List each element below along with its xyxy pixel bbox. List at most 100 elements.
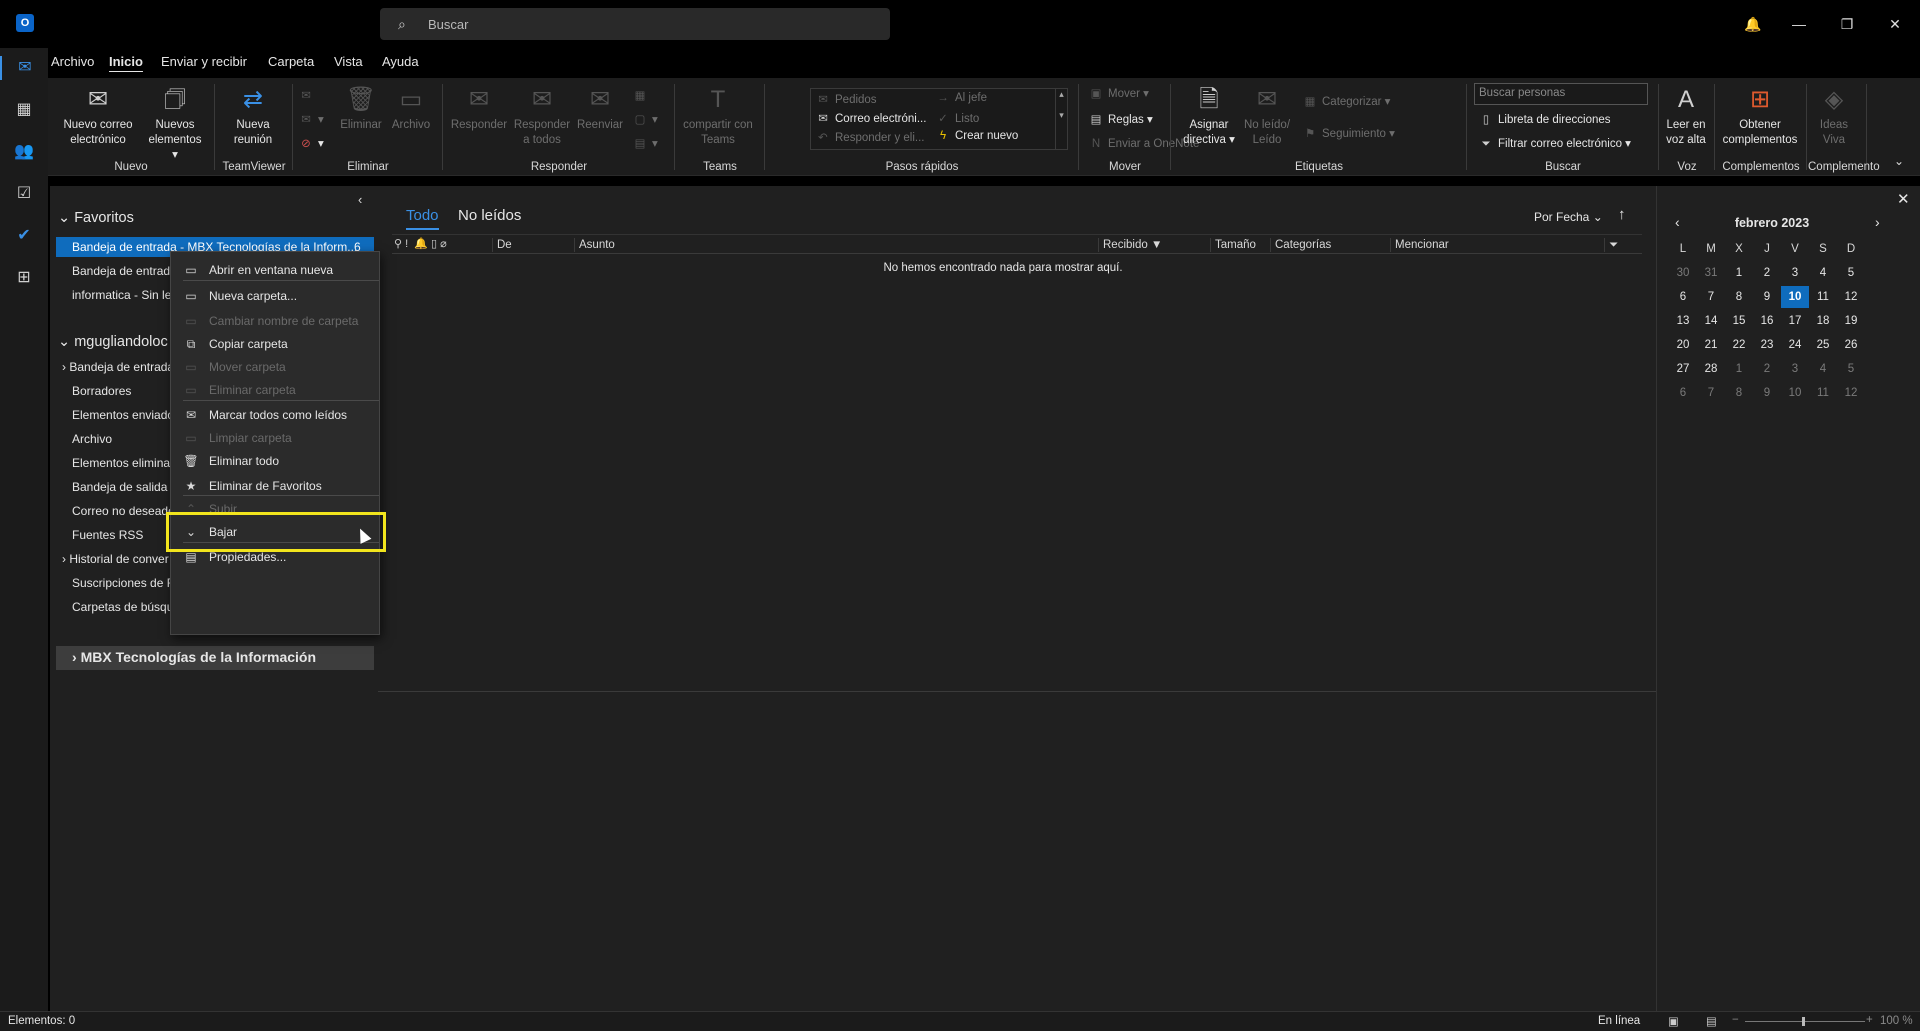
calendar-day[interactable]: 3 bbox=[1781, 358, 1809, 380]
fav-folder-item[interactable]: Bandeja de entrada bbox=[72, 264, 177, 278]
zoom-slider-thumb[interactable] bbox=[1802, 1017, 1805, 1026]
viva-insights-button[interactable]: ◈ Ideas Viva bbox=[1810, 86, 1858, 148]
new-meeting-button[interactable]: ⇄ Nueva reunión bbox=[218, 86, 288, 148]
calendar-day[interactable]: 15 bbox=[1725, 310, 1753, 332]
im-reply-icon[interactable]: ▢ ▾ bbox=[632, 112, 658, 126]
calendar-day[interactable]: 2 bbox=[1753, 262, 1781, 284]
folder-item[interactable]: › Historial de conver bbox=[62, 552, 169, 566]
tab-no-leidos[interactable]: No leídos bbox=[458, 207, 521, 224]
quickstep-listo[interactable]: ✓ Listo bbox=[935, 111, 979, 125]
calendar-day[interactable]: 8 bbox=[1725, 382, 1753, 404]
zoom-in-icon[interactable]: + bbox=[1866, 1014, 1873, 1026]
calendar-day[interactable]: 30 bbox=[1669, 262, 1697, 284]
reply-button[interactable]: ✉ Responder bbox=[446, 86, 512, 133]
filter-email-button[interactable]: ⏷ Filtrar correo electrónico ▾ bbox=[1478, 136, 1631, 151]
delete-button[interactable]: 🗑 Eliminar bbox=[338, 86, 384, 133]
folder-item[interactable]: Correo no deseado bbox=[72, 504, 175, 518]
calendar-day[interactable]: 7 bbox=[1697, 286, 1725, 308]
tab-enviar-recibir[interactable]: Enviar y recibir bbox=[161, 54, 247, 69]
new-email-button[interactable]: ✉ Nuevo correo electrónico bbox=[56, 86, 140, 148]
get-addins-button[interactable]: ⊞ Obtener complementos bbox=[1718, 86, 1802, 148]
calendar-day[interactable]: 21 bbox=[1697, 334, 1725, 356]
calendar-day[interactable]: 8 bbox=[1725, 286, 1753, 308]
calendar-day[interactable]: 9 bbox=[1753, 286, 1781, 308]
col-mencionar[interactable]: Mencionar bbox=[1390, 238, 1610, 252]
rules-button[interactable]: ▤ Reglas ▾ bbox=[1088, 112, 1153, 126]
folder-item[interactable]: Elementos enviado bbox=[72, 408, 174, 422]
quickstep-crear[interactable]: ϟ Crear nuevo bbox=[935, 130, 1018, 142]
quickstep-correo[interactable]: ✉ Correo electróni... bbox=[815, 111, 926, 125]
calendar-day[interactable]: 6 bbox=[1669, 382, 1697, 404]
search-box[interactable]: ⌕ Buscar bbox=[380, 8, 890, 40]
column-icons[interactable]: ⚲ ! 🔔 ▯ ⌀ bbox=[394, 237, 447, 250]
calendar-day[interactable]: 5 bbox=[1837, 358, 1865, 380]
reply-all-button[interactable]: ✉ Responder a todos bbox=[510, 86, 574, 148]
clean-up-icon[interactable]: ✉ ▾ bbox=[298, 112, 324, 126]
new-items-button[interactable]: 🗇 Nuevos elementos ▾ bbox=[144, 86, 206, 163]
meeting-reply-icon[interactable]: ▦ bbox=[632, 88, 652, 102]
context-menu-item[interactable]: ▭ Mover carpeta bbox=[171, 355, 379, 379]
calendar-day[interactable]: 2 bbox=[1753, 358, 1781, 380]
calendar-day[interactable]: 23 bbox=[1753, 334, 1781, 356]
restore-button[interactable]: ❐ bbox=[1835, 12, 1859, 36]
calendar-day[interactable]: 25 bbox=[1809, 334, 1837, 356]
share-teams-button[interactable]: Tcompartir con Teams bbox=[678, 86, 758, 148]
favorites-header[interactable]: ⌄ Favoritos bbox=[58, 210, 134, 226]
people-search-input[interactable]: Buscar personas bbox=[1474, 83, 1648, 105]
tab-ayuda[interactable]: Ayuda bbox=[382, 54, 419, 69]
tasks-icon[interactable]: ☑ bbox=[12, 182, 36, 206]
folder-item[interactable]: Borradores bbox=[72, 384, 131, 398]
move-button[interactable]: ▣ Mover ▾ bbox=[1088, 86, 1149, 100]
close-icon[interactable]: ✕ bbox=[1897, 190, 1910, 208]
col-tamano[interactable]: Tamaño bbox=[1210, 238, 1270, 252]
calendar-day[interactable]: 11 bbox=[1809, 286, 1837, 308]
account-header[interactable]: ⌄ mgugliandoloc bbox=[58, 334, 168, 350]
calendar-day[interactable]: 4 bbox=[1809, 262, 1837, 284]
calendar-day[interactable]: 22 bbox=[1725, 334, 1753, 356]
calendar-day[interactable]: 19 bbox=[1837, 310, 1865, 332]
calendar-day[interactable]: 27 bbox=[1669, 358, 1697, 380]
fav-folder-item[interactable]: informatica - Sin le bbox=[72, 288, 171, 302]
folder-item[interactable]: Bandeja de salida bbox=[72, 480, 167, 494]
col-recibido[interactable]: Recibido ▼ bbox=[1098, 238, 1218, 252]
quickstep-responder[interactable]: ↶ Responder y eli... bbox=[815, 130, 924, 144]
tab-todo[interactable]: Todo bbox=[406, 207, 439, 230]
context-menu-item[interactable]: ▭ Cambiar nombre de carpeta bbox=[171, 309, 379, 333]
tab-archivo[interactable]: Archivo bbox=[51, 54, 94, 69]
quickstep-scroll[interactable]: ▴ ▾ bbox=[1055, 89, 1067, 149]
calendar-day[interactable]: 28 bbox=[1697, 358, 1725, 380]
context-menu-item[interactable]: ▭ Limpiar carpeta bbox=[171, 426, 379, 450]
zoom-out-icon[interactable]: − bbox=[1732, 1014, 1739, 1026]
calendar-day[interactable]: 17 bbox=[1781, 310, 1809, 332]
forward-button[interactable]: ✉ Reenviar bbox=[572, 86, 628, 133]
col-asunto[interactable]: Asunto bbox=[574, 238, 964, 252]
calendar-day[interactable]: 6 bbox=[1669, 286, 1697, 308]
calendar-icon[interactable]: ▦ bbox=[12, 98, 36, 122]
categorize-button[interactable]: ▦ Categorizar ▾ bbox=[1302, 94, 1391, 108]
more-reply-icon[interactable]: ▤ ▾ bbox=[632, 136, 658, 150]
col-categorias[interactable]: Categorías bbox=[1270, 238, 1390, 252]
calendar-day[interactable]: 5 bbox=[1837, 262, 1865, 284]
calendar-day[interactable]: 18 bbox=[1809, 310, 1837, 332]
calendar-day[interactable]: 12 bbox=[1837, 286, 1865, 308]
assign-policy-button[interactable]: 🗎 Asignar directiva ▾ bbox=[1174, 86, 1244, 148]
calendar-day[interactable]: 10 bbox=[1781, 286, 1809, 308]
close-button[interactable]: ✕ bbox=[1883, 12, 1907, 36]
search-input[interactable]: Buscar bbox=[428, 17, 468, 32]
mail-icon[interactable]: ✉ bbox=[0, 56, 48, 80]
calendar-day[interactable]: 9 bbox=[1753, 382, 1781, 404]
col-de[interactable]: De bbox=[492, 238, 572, 252]
tab-inicio[interactable]: Inicio bbox=[109, 54, 143, 69]
bell-icon[interactable]: 🔔 bbox=[1741, 12, 1765, 36]
folder-item[interactable]: › Bandeja de entrada bbox=[62, 360, 174, 374]
calendar-day[interactable]: 24 bbox=[1781, 334, 1809, 356]
quickstep-jefe[interactable]: → Al jefe bbox=[935, 92, 987, 104]
calendar-day[interactable]: 13 bbox=[1669, 310, 1697, 332]
calendar-day[interactable]: 26 bbox=[1837, 334, 1865, 356]
junk-icon[interactable]: ⊘ ▾ bbox=[298, 136, 324, 150]
zoom-slider[interactable] bbox=[1745, 1021, 1865, 1022]
tab-carpeta[interactable]: Carpeta bbox=[268, 54, 314, 69]
tab-vista[interactable]: Vista bbox=[334, 54, 363, 69]
calendar-day[interactable]: 11 bbox=[1809, 382, 1837, 404]
calendar-day[interactable]: 31 bbox=[1697, 262, 1725, 284]
